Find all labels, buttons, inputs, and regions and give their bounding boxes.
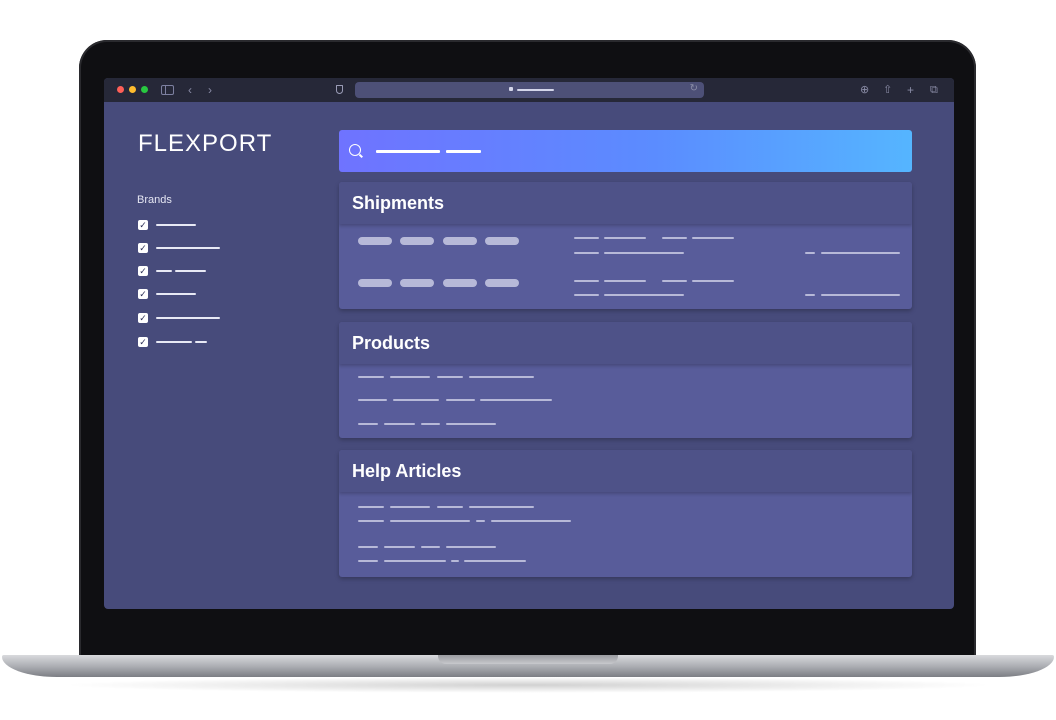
shipment-text-placeholder xyxy=(574,237,599,239)
shipment-text-placeholder xyxy=(692,237,734,239)
zoom-window-icon[interactable] xyxy=(141,86,148,93)
brand-checkbox[interactable]: ✓ xyxy=(138,337,148,347)
product-text-placeholder xyxy=(480,399,552,401)
brand-label-placeholder xyxy=(156,270,172,272)
brand-label-placeholder xyxy=(156,317,220,319)
brand-label-placeholder xyxy=(156,224,196,226)
share-icon[interactable]: ⇧ xyxy=(883,82,892,98)
product-text-placeholder xyxy=(358,423,378,425)
shipments-panel: Shipments xyxy=(339,182,912,309)
shipment-tag-placeholder xyxy=(443,279,477,287)
shipment-text-placeholder xyxy=(604,252,684,254)
shipment-text-placeholder xyxy=(662,280,687,282)
shipment-tag-placeholder xyxy=(443,237,477,245)
shipment-text-placeholder xyxy=(805,252,815,254)
help-text-placeholder xyxy=(446,546,496,548)
search-query-placeholder xyxy=(376,150,440,153)
brand-label-placeholder xyxy=(156,341,192,343)
shipment-text-placeholder xyxy=(805,294,815,296)
help-text-placeholder xyxy=(469,506,534,508)
brand-checkbox[interactable]: ✓ xyxy=(138,289,148,299)
brand-label-placeholder xyxy=(195,341,207,343)
laptop-shadow xyxy=(60,677,996,693)
help-articles-panel: Help Articles xyxy=(339,450,912,577)
help-text-placeholder xyxy=(464,560,526,562)
shipment-tag-placeholder xyxy=(485,279,519,287)
help-text-placeholder xyxy=(437,506,463,508)
reload-icon[interactable]: ↻ xyxy=(690,83,698,94)
search-query-placeholder xyxy=(446,150,481,153)
help-text-placeholder xyxy=(491,520,571,522)
privacy-shield-icon[interactable] xyxy=(336,85,343,94)
shipment-text-placeholder xyxy=(604,280,646,282)
lock-icon xyxy=(509,87,513,91)
products-title: Products xyxy=(339,322,912,364)
product-text-placeholder xyxy=(437,376,463,378)
screen: ‹ › ↻ ⊕ ⇧ + ⧉ FLEXPORT Brands ✓ ✓ ✓ ✓ ✓ … xyxy=(104,78,954,609)
shipment-tag-placeholder xyxy=(400,237,434,245)
product-text-placeholder xyxy=(384,423,415,425)
help-text-placeholder xyxy=(384,546,415,548)
brand-checkbox[interactable]: ✓ xyxy=(138,243,148,253)
product-text-placeholder xyxy=(358,399,387,401)
sidebar-toggle-icon[interactable] xyxy=(161,85,174,95)
product-text-placeholder xyxy=(390,376,430,378)
brand-label-placeholder xyxy=(156,293,196,295)
minimize-window-icon[interactable] xyxy=(129,86,136,93)
help-text-placeholder xyxy=(390,506,430,508)
shipment-text-placeholder xyxy=(821,252,900,254)
address-bar[interactable]: ↻ xyxy=(355,82,704,98)
shipment-text-placeholder xyxy=(574,294,599,296)
brand-logo[interactable]: FLEXPORT xyxy=(138,130,272,158)
help-text-placeholder xyxy=(384,560,446,562)
back-icon[interactable]: ‹ xyxy=(188,82,192,98)
shipment-tag-placeholder xyxy=(400,279,434,287)
help-text-placeholder xyxy=(390,520,470,522)
brand-checkbox[interactable]: ✓ xyxy=(138,266,148,276)
help-articles-title: Help Articles xyxy=(339,450,912,492)
products-panel: Products xyxy=(339,322,912,438)
help-text-placeholder xyxy=(421,546,440,548)
shipment-text-placeholder xyxy=(692,280,734,282)
shipment-tag-placeholder xyxy=(358,237,392,245)
laptop-notch xyxy=(438,655,618,664)
product-text-placeholder xyxy=(421,423,440,425)
brand-checkbox[interactable]: ✓ xyxy=(138,220,148,230)
product-text-placeholder xyxy=(446,399,475,401)
brand-checkbox[interactable]: ✓ xyxy=(138,313,148,323)
new-tab-icon[interactable]: + xyxy=(907,82,914,98)
shipment-text-placeholder xyxy=(662,237,687,239)
product-text-placeholder xyxy=(393,399,439,401)
browser-toolbar: ‹ › ↻ ⊕ ⇧ + ⧉ xyxy=(104,78,954,102)
close-window-icon[interactable] xyxy=(117,86,124,93)
shipment-text-placeholder xyxy=(574,280,599,282)
shipment-text-placeholder xyxy=(604,237,646,239)
download-icon[interactable]: ⊕ xyxy=(860,82,869,98)
search-icon xyxy=(349,144,361,156)
shipments-title: Shipments xyxy=(339,182,912,224)
help-text-placeholder xyxy=(358,560,378,562)
help-text-placeholder xyxy=(358,546,378,548)
help-text-placeholder xyxy=(451,560,459,562)
search-bar[interactable] xyxy=(339,130,912,172)
product-text-placeholder xyxy=(358,376,384,378)
shipment-tag-placeholder xyxy=(358,279,392,287)
product-text-placeholder xyxy=(469,376,534,378)
shipment-text-placeholder xyxy=(604,294,684,296)
product-text-placeholder xyxy=(446,423,496,425)
help-text-placeholder xyxy=(358,506,384,508)
help-text-placeholder xyxy=(358,520,384,522)
help-text-placeholder xyxy=(476,520,485,522)
forward-icon[interactable]: › xyxy=(208,82,212,98)
brands-heading: Brands xyxy=(137,194,172,206)
url-text-placeholder xyxy=(517,89,554,91)
brand-label-placeholder xyxy=(175,270,206,272)
brand-label-placeholder xyxy=(156,247,220,249)
shipment-tag-placeholder xyxy=(485,237,519,245)
shipment-text-placeholder xyxy=(821,294,900,296)
shipment-text-placeholder xyxy=(574,252,599,254)
tab-overview-icon[interactable]: ⧉ xyxy=(930,82,938,98)
